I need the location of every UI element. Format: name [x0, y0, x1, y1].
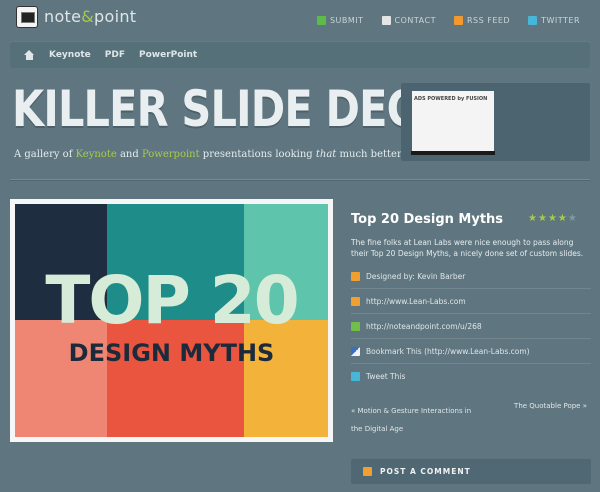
- nav-item-keynote[interactable]: Keynote: [49, 50, 91, 60]
- twitter-link-label: TWITTER: [541, 16, 580, 25]
- star-icon: ★: [537, 213, 547, 224]
- nav-item-pdf[interactable]: PDF: [105, 50, 125, 60]
- logo-icon[interactable]: [16, 6, 38, 28]
- post-description: The fine folks at Lean Labs were nice en…: [351, 238, 584, 258]
- meta-download: http://noteandpoint.com/u/268: [351, 314, 591, 339]
- meta-bookmark: Bookmark This (http://www.Lean-Labs.com): [351, 339, 591, 364]
- twitter-link[interactable]: TWITTER: [528, 16, 580, 25]
- prev-post-link[interactable]: « Motion & Gesture Interactions in the D…: [351, 402, 481, 438]
- meta-website-link[interactable]: http://www.Lean-Labs.com: [366, 297, 466, 306]
- star-icon: ★: [528, 213, 537, 224]
- meta-tweet: Tweet This: [351, 364, 591, 389]
- ad-text: ADS POWERED by FUSION: [414, 96, 488, 102]
- post-meta-list: Designed by: Kevin Barber http://www.Lea…: [351, 264, 591, 389]
- slide-title-line2: DESIGN MYTHS: [68, 339, 275, 367]
- logo-text-amp: &: [81, 7, 95, 26]
- rss-link[interactable]: RSS FEED: [453, 16, 511, 25]
- logo-text-note: note: [44, 7, 82, 26]
- contact-link-label: CONTACT: [394, 16, 436, 25]
- hero-tagline: A gallery of Keynote and Powerpoint pres…: [14, 149, 404, 160]
- download-icon: [351, 321, 360, 331]
- logo-text-point: point: [94, 7, 137, 26]
- slide-preview[interactable]: TOP 20 DESIGN MYTHS: [10, 199, 333, 442]
- star-icon: ★: [557, 213, 567, 224]
- rss-link-label: RSS FEED: [466, 16, 511, 25]
- twitter-icon: [528, 16, 538, 25]
- ad-banner[interactable]: ADS POWERED by FUSION: [401, 83, 590, 161]
- post-comment-button[interactable]: POST A COMMENT: [351, 459, 591, 484]
- ad-screen: ADS POWERED by FUSION: [412, 91, 494, 151]
- meta-designer: Designed by: Kevin Barber: [351, 264, 591, 289]
- rss-icon: [453, 16, 463, 25]
- home-icon[interactable]: [24, 49, 35, 60]
- tweet-icon: [351, 372, 360, 381]
- submit-link[interactable]: SUBMIT: [316, 16, 364, 25]
- main-nav: Keynote PDF PowerPoint: [10, 41, 590, 68]
- home-link-icon: [351, 296, 360, 306]
- nav-item-powerpoint[interactable]: PowerPoint: [139, 50, 197, 60]
- meta-website: http://www.Lean-Labs.com: [351, 289, 591, 314]
- tagline-and: and: [116, 149, 142, 160]
- meta-download-link[interactable]: http://noteandpoint.com/u/268: [366, 322, 482, 331]
- next-post-link[interactable]: The Quotable Pope »: [514, 402, 587, 410]
- submit-link-label: SUBMIT: [329, 16, 364, 25]
- bookmark-icon: [351, 346, 360, 356]
- site-logo[interactable]: note&point: [44, 7, 136, 26]
- tagline-that: that: [315, 149, 337, 160]
- mail-icon: [381, 16, 391, 25]
- contact-link[interactable]: CONTACT: [381, 16, 436, 25]
- tagline-powerpoint-link[interactable]: Powerpoint: [142, 149, 200, 160]
- star-empty-icon: ★: [567, 213, 577, 224]
- slide-title-line1: TOP 20: [45, 262, 299, 339]
- post-title[interactable]: Top 20 Design Myths: [351, 212, 503, 227]
- designer-icon: [351, 271, 360, 281]
- ad-screen-base: [411, 151, 495, 155]
- tagline-keynote-link[interactable]: Keynote: [76, 149, 117, 160]
- tagline-mid: presentations looking: [199, 149, 316, 160]
- rating-stars[interactable]: ★ ★ ★ ★ ★: [528, 214, 577, 224]
- post-comment-label: POST A COMMENT: [380, 467, 471, 476]
- top-bar: note&point SUBMIT CONTACT RSS FEED TWITT…: [0, 0, 600, 40]
- meta-bookmark-link[interactable]: Bookmark This (http://www.Lean-Labs.com): [366, 347, 530, 356]
- tagline-post: much better.: [336, 149, 404, 160]
- tagline-pre: A gallery of: [14, 149, 76, 160]
- star-icon: ★: [547, 213, 557, 224]
- section-divider: [10, 179, 590, 180]
- meta-tweet-link[interactable]: Tweet This: [366, 372, 405, 381]
- meta-designer-text[interactable]: Designed by: Kevin Barber: [366, 272, 465, 281]
- top-links: SUBMIT CONTACT RSS FEED TWITTER: [316, 16, 580, 25]
- submit-icon: [316, 16, 326, 25]
- comment-icon: [363, 467, 372, 476]
- slide-image: TOP 20 DESIGN MYTHS: [15, 204, 328, 437]
